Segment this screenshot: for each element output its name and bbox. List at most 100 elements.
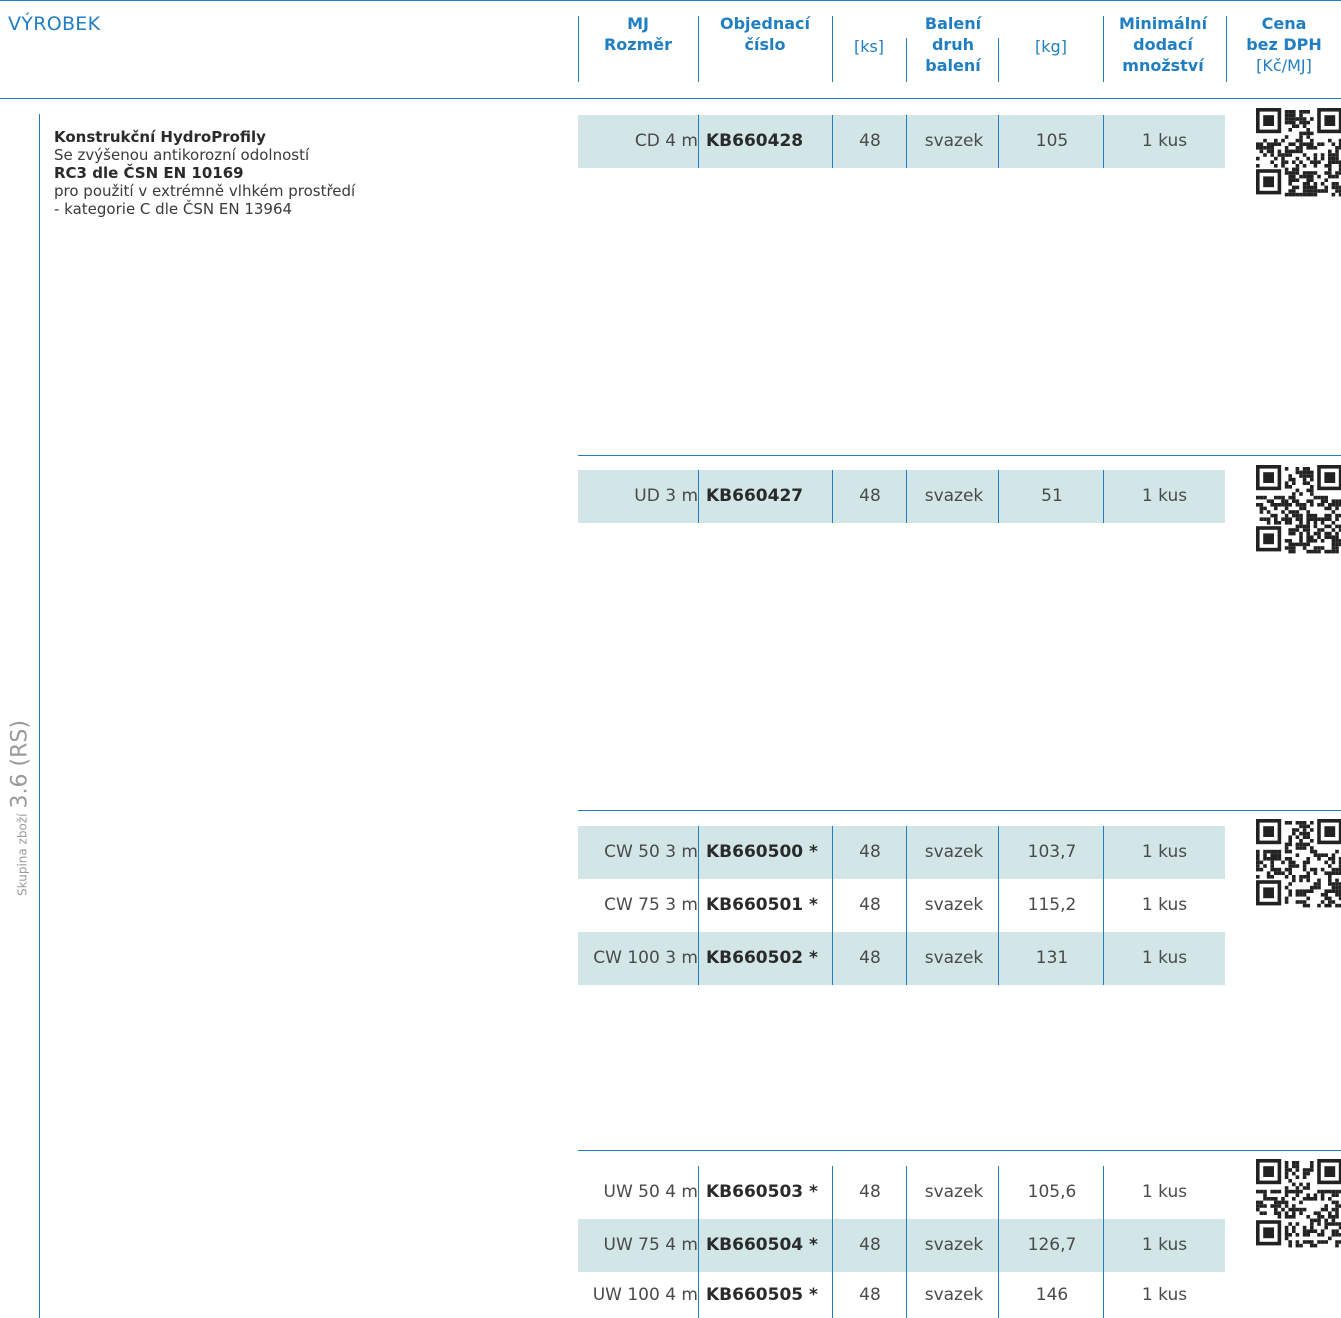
table-row: CW 75 3 m KB660501 * 48 svazek 115,2 1 k… (578, 879, 1225, 932)
product-group-caption: Skupina zboží (15, 813, 30, 896)
cell-min-qty: 1 kus (1141, 1285, 1188, 1305)
row-divider (1103, 470, 1104, 523)
row-divider (698, 115, 699, 168)
cell-packing: svazek (924, 1235, 984, 1255)
cell-pcs: 48 (859, 1235, 881, 1255)
row-divider (1103, 115, 1104, 168)
cell-dimension: CD 4 m (634, 131, 698, 151)
header-price-unit: [Kč/MJ] (1256, 56, 1312, 75)
cell-min-qty: 1 kus (1141, 842, 1188, 862)
cell-packing: svazek (924, 842, 984, 862)
cell-dimension: UW 75 4 m (603, 1235, 698, 1255)
product-group-label: Skupina zboží 3.6 (RS) (8, 720, 33, 896)
group-rule (578, 810, 1341, 811)
header-weight-unit: [kg] (1035, 37, 1067, 56)
cell-order-number: KB660500 * (706, 842, 818, 862)
column-header-price: Cena bez DPH [Kč/MJ] (1228, 13, 1340, 76)
cell-weight: 105,6 (1027, 1182, 1077, 1202)
header-divider (578, 16, 579, 82)
row-divider (832, 115, 833, 168)
cell-dimension: CW 50 3 m (604, 842, 698, 862)
column-header-packing: Balení druh balení (908, 13, 998, 76)
row-divider (998, 826, 999, 985)
table-row: UW 75 4 m KB660504 * 48 svazek 126,7 1 k… (578, 1219, 1225, 1272)
cell-dimension: CW 75 3 m (604, 895, 698, 915)
header-divider (1226, 16, 1227, 82)
table-row: CW 100 3 m KB660502 * 48 svazek 131 1 ku… (578, 932, 1225, 985)
cell-packing: svazek (924, 948, 984, 968)
group-rule (578, 1150, 1341, 1151)
column-header-mj: MJ Rozměr (580, 13, 696, 55)
group-rule (578, 455, 1341, 456)
header-price-line1: Cena (1261, 14, 1307, 33)
column-header-pcs: [ks] (833, 36, 905, 57)
cell-weight: 103,7 (1027, 842, 1077, 862)
cell-min-qty: 1 kus (1141, 1235, 1188, 1255)
row-divider (906, 826, 907, 985)
cell-pcs: 48 (859, 1285, 881, 1305)
cell-order-number: KB660502 * (706, 948, 818, 968)
header-packing-line3: balení (925, 56, 981, 75)
cell-dimension: UW 50 4 m (603, 1182, 698, 1202)
table-row: UW 100 4 m KB660505 * 48 svazek 146 1 ku… (578, 1272, 1225, 1318)
header-min-line2: dodací (1133, 35, 1193, 54)
cell-packing: svazek (924, 131, 984, 151)
description-line: Se zvýšenou antikorozní odolností (54, 146, 310, 164)
row-divider (906, 1166, 907, 1318)
header-packing-line1: Balení (924, 14, 982, 33)
cell-dimension: UW 100 4 m (592, 1285, 698, 1305)
row-divider (998, 115, 999, 168)
cell-dimension: UD 3 m (634, 486, 698, 506)
row-divider (698, 826, 699, 985)
table-row: CD 4 m KB660428 48 svazek 105 1 kus (578, 115, 1225, 168)
header-price-line2: bez DPH (1246, 35, 1322, 54)
row-divider (698, 1166, 699, 1318)
cell-min-qty: 1 kus (1141, 131, 1188, 151)
row-divider (906, 470, 907, 523)
row-divider (832, 1166, 833, 1318)
cell-order-number: KB660501 * (706, 895, 818, 915)
header-pcs-unit: [ks] (853, 37, 885, 56)
cell-packing: svazek (924, 1182, 984, 1202)
header-min-line1: Minimální (1118, 14, 1208, 33)
header-divider (698, 16, 699, 82)
cell-pcs: 48 (859, 842, 881, 862)
description-line: pro použití v extrémně vlhkém prostředí (54, 182, 356, 200)
header-min-line3: množství (1122, 56, 1204, 75)
top-rule (0, 0, 1341, 1)
table-row: UW 50 4 m KB660503 * 48 svazek 105,6 1 k… (578, 1166, 1225, 1219)
cell-min-qty: 1 kus (1141, 486, 1188, 506)
header-divider (998, 38, 999, 82)
cell-pcs: 48 (859, 948, 881, 968)
row-divider (906, 115, 907, 168)
row-divider (998, 1166, 999, 1318)
cell-weight: 105 (1035, 131, 1069, 151)
product-group-code: 3.6 (RS) (7, 720, 33, 809)
header-rule (0, 98, 1341, 99)
header-mj-line2: Rozměr (603, 35, 673, 54)
cell-packing: svazek (924, 486, 984, 506)
cell-weight: 131 (1035, 948, 1069, 968)
cell-order-number: KB660504 * (706, 1235, 818, 1255)
cell-pcs: 48 (859, 131, 881, 151)
cell-pcs: 48 (859, 895, 881, 915)
description-line: - kategorie C dle ČSN EN 13964 (54, 200, 293, 218)
cell-pcs: 48 (859, 486, 881, 506)
table-row: CW 50 3 m KB660500 * 48 svazek 103,7 1 k… (578, 826, 1225, 879)
cell-pcs: 48 (859, 1182, 881, 1202)
cell-weight: 146 (1035, 1285, 1069, 1305)
cell-order-number: KB660427 (706, 486, 804, 506)
column-header-min-qty: Minimální dodací množství (1105, 13, 1221, 76)
qr-code (1256, 465, 1341, 554)
cell-packing: svazek (924, 1285, 984, 1305)
header-order-line1: Objednací (720, 14, 810, 33)
row-divider (832, 826, 833, 985)
description-line-standard: RC3 dle ČSN EN 10169 (54, 164, 244, 182)
row-divider (698, 470, 699, 523)
row-divider (998, 470, 999, 523)
cell-order-number: KB660503 * (706, 1182, 818, 1202)
row-divider (832, 470, 833, 523)
cell-weight: 126,7 (1027, 1235, 1077, 1255)
qr-code (1256, 819, 1341, 908)
header-packing-line2: druh (931, 35, 975, 54)
